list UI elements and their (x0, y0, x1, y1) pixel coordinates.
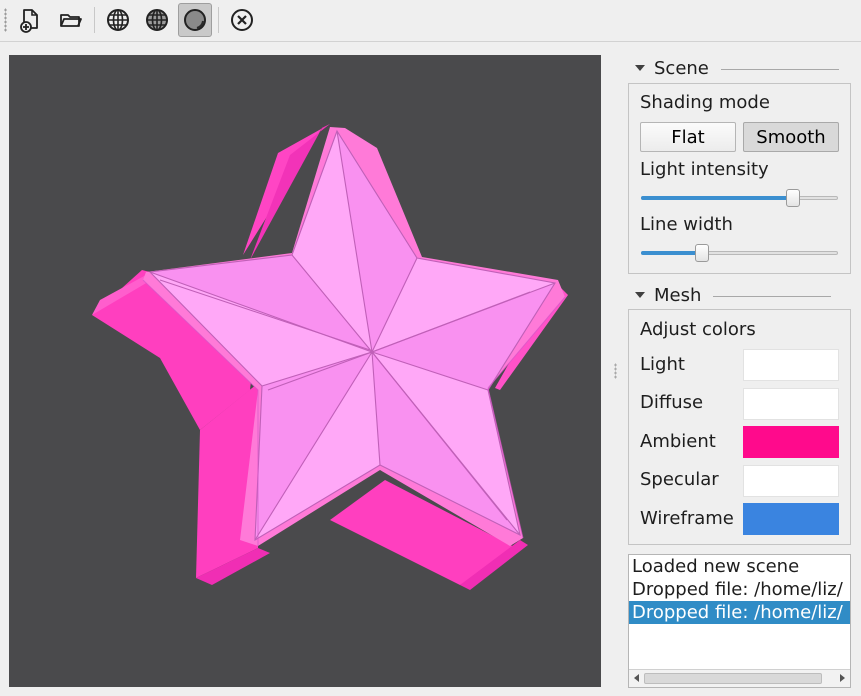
diffuse-color-swatch[interactable] (743, 388, 839, 420)
slider-fill (641, 196, 793, 200)
adjust-colors-label: Adjust colors (640, 319, 756, 340)
section-divider (713, 295, 832, 297)
log-line[interactable]: Dropped file: /home/liz/ (629, 601, 850, 624)
line-width-label: Line width (640, 214, 733, 235)
mesh-section-title: Mesh (654, 284, 702, 306)
slider-fill (641, 251, 703, 255)
close-scene-button[interactable] (225, 3, 259, 37)
new-file-icon (20, 9, 38, 33)
shaded-mode-button[interactable] (178, 3, 212, 37)
smooth-shading-button[interactable]: Smooth (743, 122, 839, 152)
ambient-color-label: Ambient (640, 431, 716, 452)
close-circle-icon (231, 9, 253, 31)
section-divider (720, 68, 839, 70)
line-width-slider[interactable] (641, 243, 838, 263)
shaded-wireframe-mode-button[interactable] (140, 3, 174, 37)
light-intensity-label: Light intensity (640, 159, 769, 180)
specular-color-label: Specular (640, 469, 719, 490)
slider-handle[interactable] (785, 189, 800, 207)
globe-wireframe-icon (107, 9, 129, 31)
scroll-left-icon[interactable] (634, 674, 639, 682)
new-file-button[interactable] (13, 3, 47, 37)
horizontal-scrollbar[interactable] (629, 669, 850, 687)
log-line[interactable]: Dropped file: /home/liz/ (629, 578, 850, 601)
open-file-button[interactable] (54, 3, 88, 37)
log-line[interactable]: Loaded new scene (629, 555, 850, 578)
splitter-handle[interactable] (614, 363, 617, 379)
star-mesh-icon (92, 124, 568, 590)
diffuse-color-label: Diffuse (640, 392, 704, 413)
toolbar-separator (94, 7, 95, 33)
scrollbar-thumb[interactable] (644, 673, 822, 684)
toolbar-separator (218, 7, 219, 33)
3d-viewport[interactable] (9, 55, 601, 687)
log-list[interactable]: Loaded new scene Dropped file: /home/liz… (628, 554, 851, 688)
wireframe-color-swatch[interactable] (743, 503, 839, 535)
toolbar-grip[interactable] (4, 8, 7, 32)
flat-shading-button[interactable]: Flat (640, 122, 736, 152)
light-color-swatch[interactable] (743, 349, 839, 381)
scene-section-title: Scene (654, 57, 709, 79)
folder-open-icon (60, 14, 82, 27)
main-toolbar (0, 0, 861, 42)
shading-mode-label: Shading mode (640, 92, 770, 113)
wireframe-color-label: Wireframe (640, 508, 734, 529)
sphere-shaded-icon (184, 9, 206, 31)
collapse-arrow-icon (635, 65, 645, 71)
scroll-right-icon[interactable] (840, 674, 845, 682)
light-color-label: Light (640, 354, 685, 375)
globe-shaded-icon (146, 9, 168, 31)
mesh-section-header[interactable]: Mesh (633, 284, 853, 306)
collapse-arrow-icon (635, 292, 645, 298)
light-intensity-slider[interactable] (641, 188, 838, 208)
slider-handle[interactable] (695, 244, 710, 262)
specular-color-swatch[interactable] (743, 465, 839, 497)
scene-section-header[interactable]: Scene (633, 57, 853, 79)
ambient-color-swatch[interactable] (743, 426, 839, 458)
wireframe-mode-button[interactable] (101, 3, 135, 37)
